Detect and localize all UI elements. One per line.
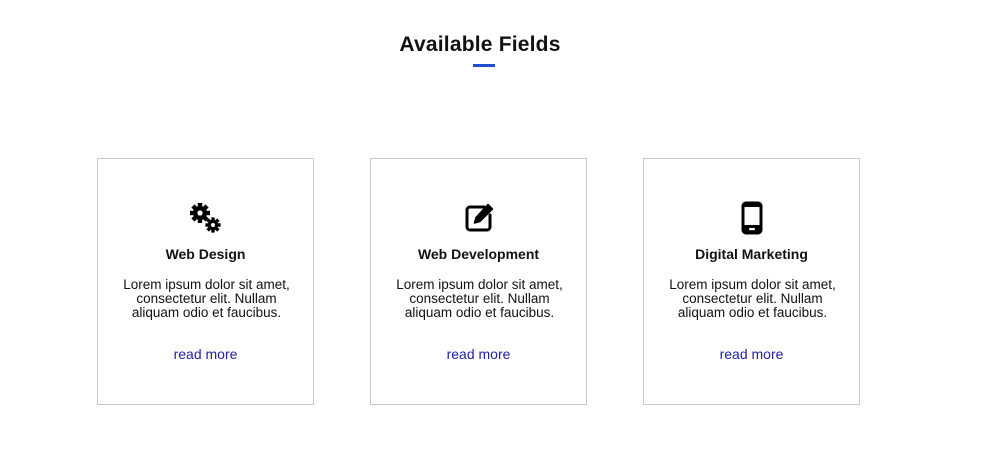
read-more-link[interactable]: read more [371,346,586,362]
card-title: Web Development [417,246,540,262]
card-icon-wrapper [98,201,313,235]
card-digital-marketing: Digital Marketing Lorem ipsum dolor sit … [643,158,860,405]
card-web-development: Web Development Lorem ipsum dolor sit am… [370,158,587,405]
card-web-design: Web Design Lorem ipsum dolor sit amet, c… [97,158,314,405]
section-title: Available Fields [399,33,561,56]
title-underline [473,64,495,67]
gears-icon [189,203,221,233]
card-text: Lorem ipsum dolor sit amet, consectetur … [396,277,563,320]
card-title: Web Design [165,246,246,262]
card-icon-wrapper [644,201,859,235]
card-text: Lorem ipsum dolor sit amet, consectetur … [669,277,836,320]
card-icon-wrapper [371,201,586,235]
read-more-link[interactable]: read more [98,346,313,362]
card-title: Digital Marketing [695,246,808,262]
edit-icon [465,203,493,232]
read-more-link[interactable]: read more [644,346,859,362]
card-text: Lorem ipsum dolor sit amet, consectetur … [123,277,290,320]
mobile-phone-icon [741,201,762,235]
page: Available Fields Web Design Lorem ipsum … [0,0,1000,470]
